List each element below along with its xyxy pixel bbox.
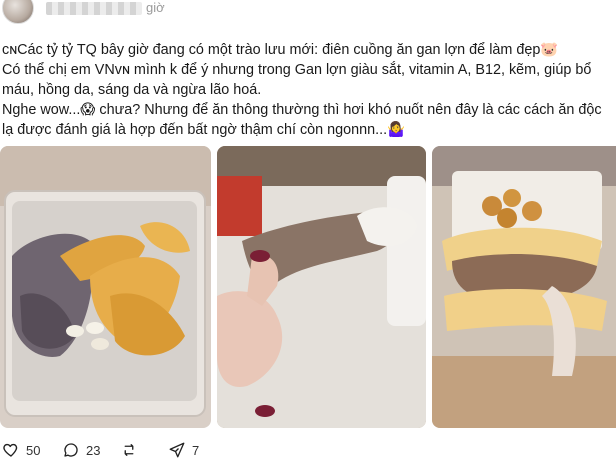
photo-liver-cream[interactable] xyxy=(217,146,426,428)
liver-chips-image xyxy=(0,146,211,428)
like-count: 50 xyxy=(26,442,41,458)
repost-button[interactable] xyxy=(120,438,144,462)
photo-liver-chips[interactable] xyxy=(0,146,211,428)
avatar[interactable] xyxy=(2,0,34,24)
media-carousel[interactable] xyxy=(0,146,616,428)
share-count: 7 xyxy=(192,442,200,458)
post-paragraph-3: Nghe wow...😱 chưa? Nhưng để ăn thông thư… xyxy=(2,102,606,138)
reply-button[interactable]: 23 xyxy=(62,438,100,462)
liver-cracker-image xyxy=(432,146,616,428)
post-body: ᴄɴCác tỷ tỷ TQ bây giờ đang có một trào … xyxy=(2,40,610,140)
share-button[interactable]: 7 xyxy=(168,438,199,462)
send-icon xyxy=(169,442,185,458)
post-paragraph-2: Có thể chị em VNᴠɴ mình k để ý nhưng tro… xyxy=(2,62,596,98)
post-actions: 50 23 7 xyxy=(0,438,616,464)
post-card: giờ ᴄɴCác tỷ tỷ TQ bây giờ đang có một t… xyxy=(0,0,616,464)
comment-icon xyxy=(64,443,78,457)
post-paragraph-1: ᴄɴCác tỷ tỷ TQ bây giờ đang có một trào … xyxy=(2,42,559,58)
post-header: giờ xyxy=(0,0,616,24)
like-button[interactable]: 50 xyxy=(2,438,40,462)
post-time: giờ xyxy=(146,0,165,15)
reply-count: 23 xyxy=(86,442,101,458)
username-redacted[interactable] xyxy=(46,2,142,15)
heart-icon xyxy=(3,443,18,457)
photo-liver-cracker[interactable] xyxy=(432,146,616,428)
repost-icon xyxy=(124,444,134,456)
liver-cream-image xyxy=(217,146,426,428)
